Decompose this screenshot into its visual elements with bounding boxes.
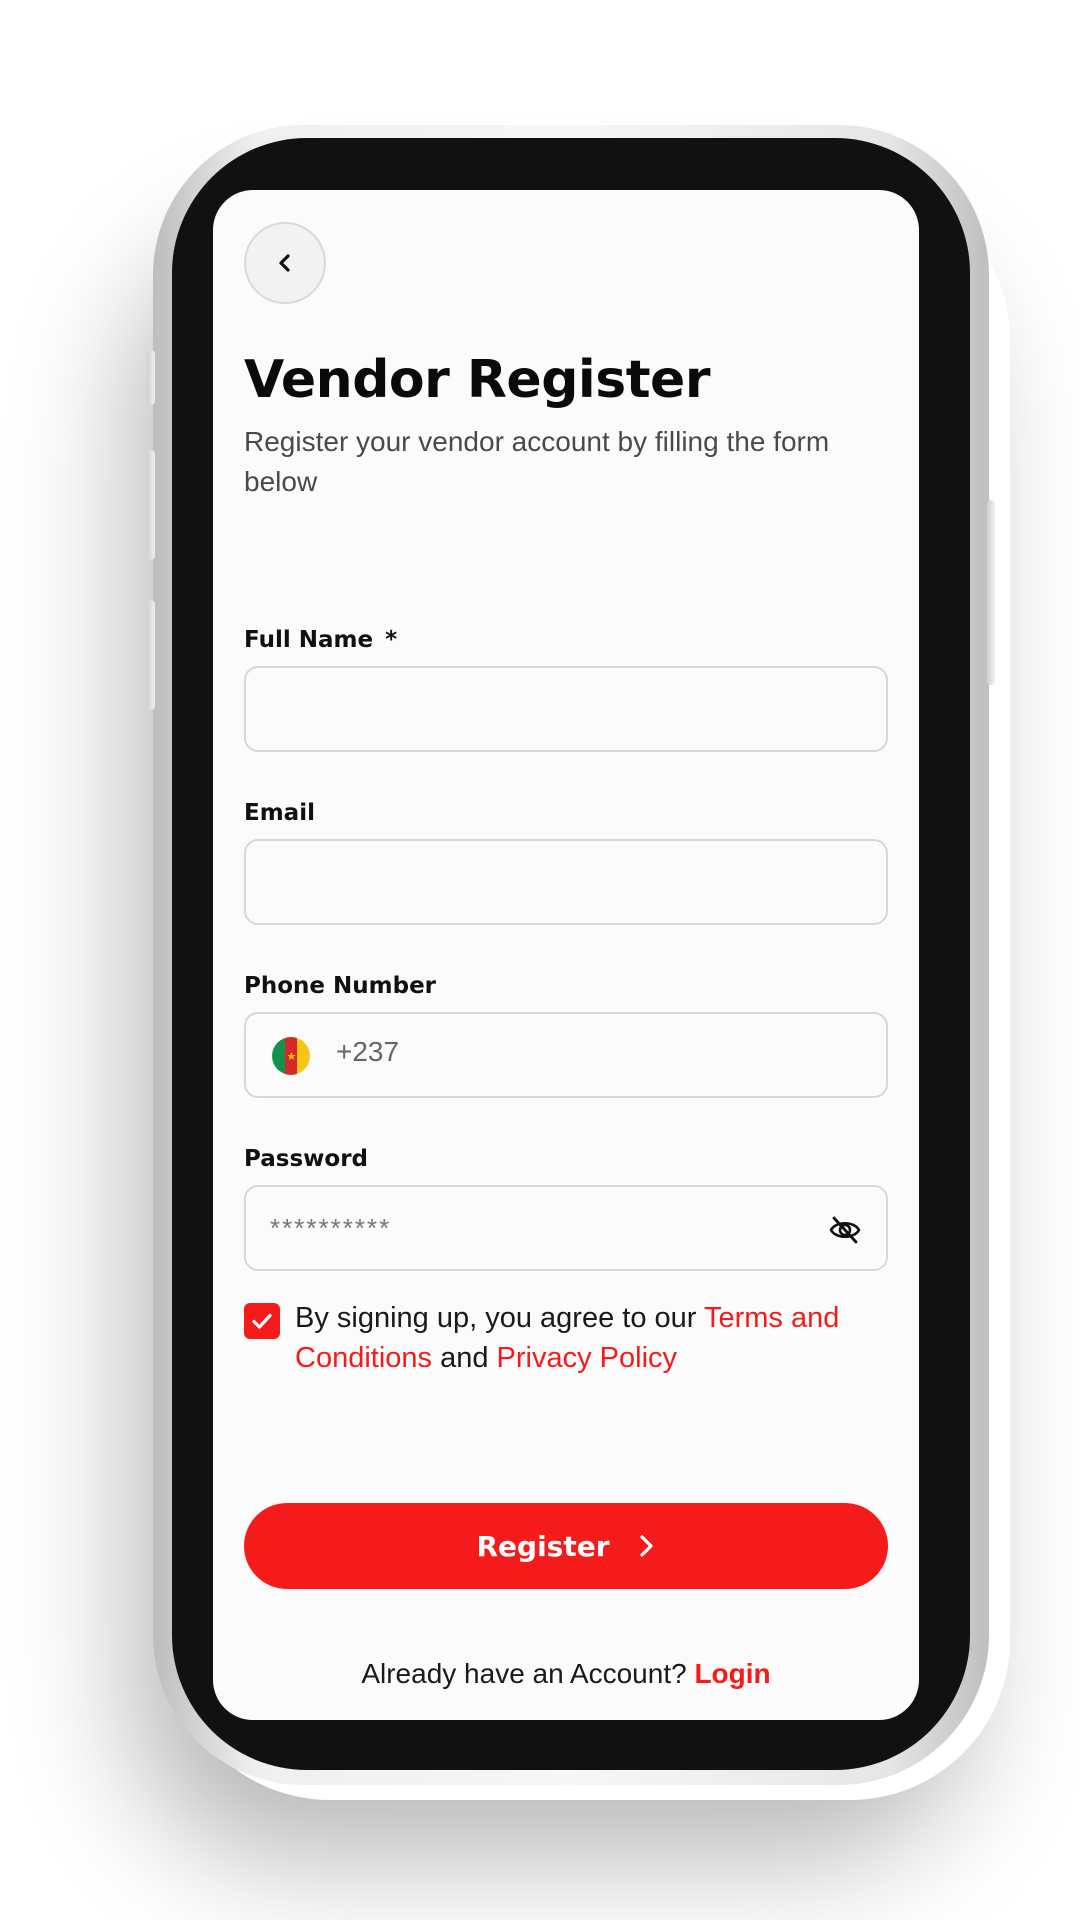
phone-label: Phone Number <box>244 973 437 999</box>
full-name-label-text: Full Name <box>244 627 374 653</box>
side-button-left-3 <box>147 600 155 710</box>
side-button-left-2 <box>147 450 155 560</box>
login-prompt: Already have an Account? Login <box>213 1658 919 1690</box>
email-field[interactable] <box>244 839 888 925</box>
eye-off-icon[interactable] <box>828 1213 862 1247</box>
password-field[interactable]: ********** <box>244 1185 888 1271</box>
full-name-input[interactable] <box>270 668 834 752</box>
login-link[interactable]: Login <box>694 1658 770 1689</box>
agreement-prefix: By signing up, you agree to our <box>295 1302 704 1334</box>
side-button-right <box>987 500 995 685</box>
checkmark-icon <box>252 1313 272 1329</box>
agreement-text: By signing up, you agree to our Terms an… <box>295 1298 905 1378</box>
email-input[interactable] <box>270 841 834 925</box>
back-button[interactable] <box>244 222 326 304</box>
page-subtitle: Register your vendor account by filling … <box>244 426 830 497</box>
page-title: Vendor Register <box>244 350 710 410</box>
dial-code: +237 <box>336 1036 400 1067</box>
register-button-label: Register <box>476 1529 610 1563</box>
full-name-field[interactable] <box>244 666 888 752</box>
canvas: Vendor Register Register your vendor acc… <box>0 0 1080 1920</box>
password-label: Password <box>244 1146 368 1172</box>
required-asterisk: * <box>385 627 398 653</box>
cameroon-flag-icon[interactable] <box>272 1037 310 1075</box>
agree-checkbox[interactable] <box>244 1303 280 1339</box>
password-value: ********** <box>270 1213 392 1243</box>
chevron-left-icon <box>279 254 290 272</box>
login-prompt-text: Already have an Account? <box>361 1658 695 1689</box>
full-name-label: Full Name * <box>244 627 397 653</box>
phone-screen: Vendor Register Register your vendor acc… <box>213 190 919 1720</box>
privacy-link[interactable]: Privacy Policy <box>497 1342 678 1374</box>
email-label: Email <box>244 800 315 826</box>
chevron-right-icon <box>639 1535 653 1557</box>
phone-field[interactable]: +237 <box>244 1012 888 1098</box>
register-button[interactable]: Register <box>244 1503 888 1589</box>
agreement-joiner: and <box>432 1342 497 1374</box>
side-button-left-1 <box>147 350 155 405</box>
